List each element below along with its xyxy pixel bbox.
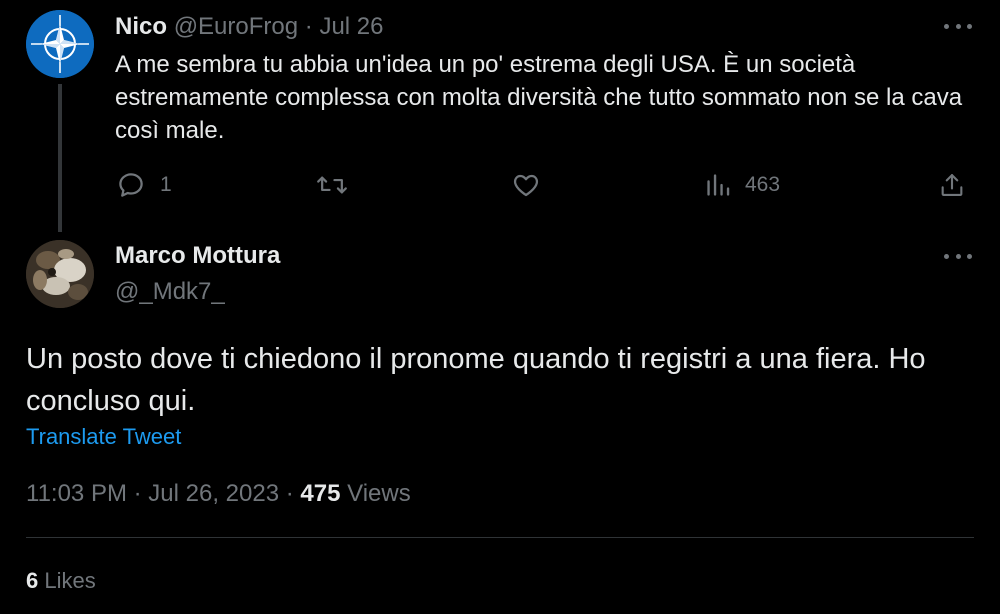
likes-number: 6	[26, 568, 39, 593]
profile-photo-icon	[26, 240, 94, 308]
main-avatar[interactable]	[26, 240, 94, 308]
tweet-thread: Nico @EuroFrog · Jul 26 A me sembra tu a…	[0, 0, 1000, 614]
parent-author-handle[interactable]: @EuroFrog	[174, 13, 298, 40]
parent-tweet-date[interactable]: Jul 26	[319, 13, 383, 40]
main-more-options-icon[interactable]	[944, 246, 972, 266]
parent-tweet-actions: 1 463	[0, 168, 1000, 202]
main-tweet-text: Un posto dove ti chiedono il pronome qua…	[26, 343, 926, 417]
nato-compass-icon	[26, 10, 94, 78]
parent-tweet-header: Nico @EuroFrog · Jul 26	[115, 12, 383, 42]
parent-more-options-icon[interactable]	[944, 16, 972, 36]
main-author-handle[interactable]: @_Mdk7_	[115, 276, 225, 308]
like-button[interactable]	[511, 168, 555, 202]
likes-summary[interactable]: 6 Likes	[26, 566, 96, 596]
likes-label: Likes	[44, 568, 96, 593]
heart-icon	[513, 174, 539, 197]
reply-count: 1	[160, 173, 172, 196]
retweet-icon	[317, 176, 347, 194]
thread-connector-line	[58, 84, 62, 232]
reply-icon	[119, 173, 143, 197]
share-icon	[941, 174, 963, 196]
analytics-bar-icon	[707, 174, 730, 196]
reply-button[interactable]: 1	[116, 168, 172, 202]
parent-author-name[interactable]: Nico	[115, 13, 167, 40]
meta-separator: ·	[133, 480, 142, 507]
tweet-metadata: 11:03 PM · Jul 26, 2023 · 475 Views	[26, 478, 411, 510]
views-number: 475	[300, 480, 341, 507]
views-label: Views	[347, 480, 411, 507]
parent-tweet-text: A me sembra tu abbia un'idea un po' estr…	[115, 51, 963, 144]
main-author-name[interactable]: Marco Mottura	[115, 240, 280, 272]
translate-tweet-link[interactable]: Translate Tweet	[26, 422, 181, 452]
tweet-date[interactable]: Jul 26, 2023	[148, 480, 279, 507]
parent-header-separator: ·	[304, 13, 313, 40]
parent-avatar[interactable]	[26, 10, 94, 78]
views-count: 463	[745, 173, 781, 196]
divider	[26, 537, 974, 538]
views-button[interactable]: 463	[705, 168, 780, 202]
tweet-time[interactable]: 11:03 PM	[26, 480, 127, 507]
meta-separator: ·	[285, 480, 294, 507]
share-button[interactable]	[938, 168, 966, 202]
retweet-button[interactable]	[316, 168, 362, 202]
